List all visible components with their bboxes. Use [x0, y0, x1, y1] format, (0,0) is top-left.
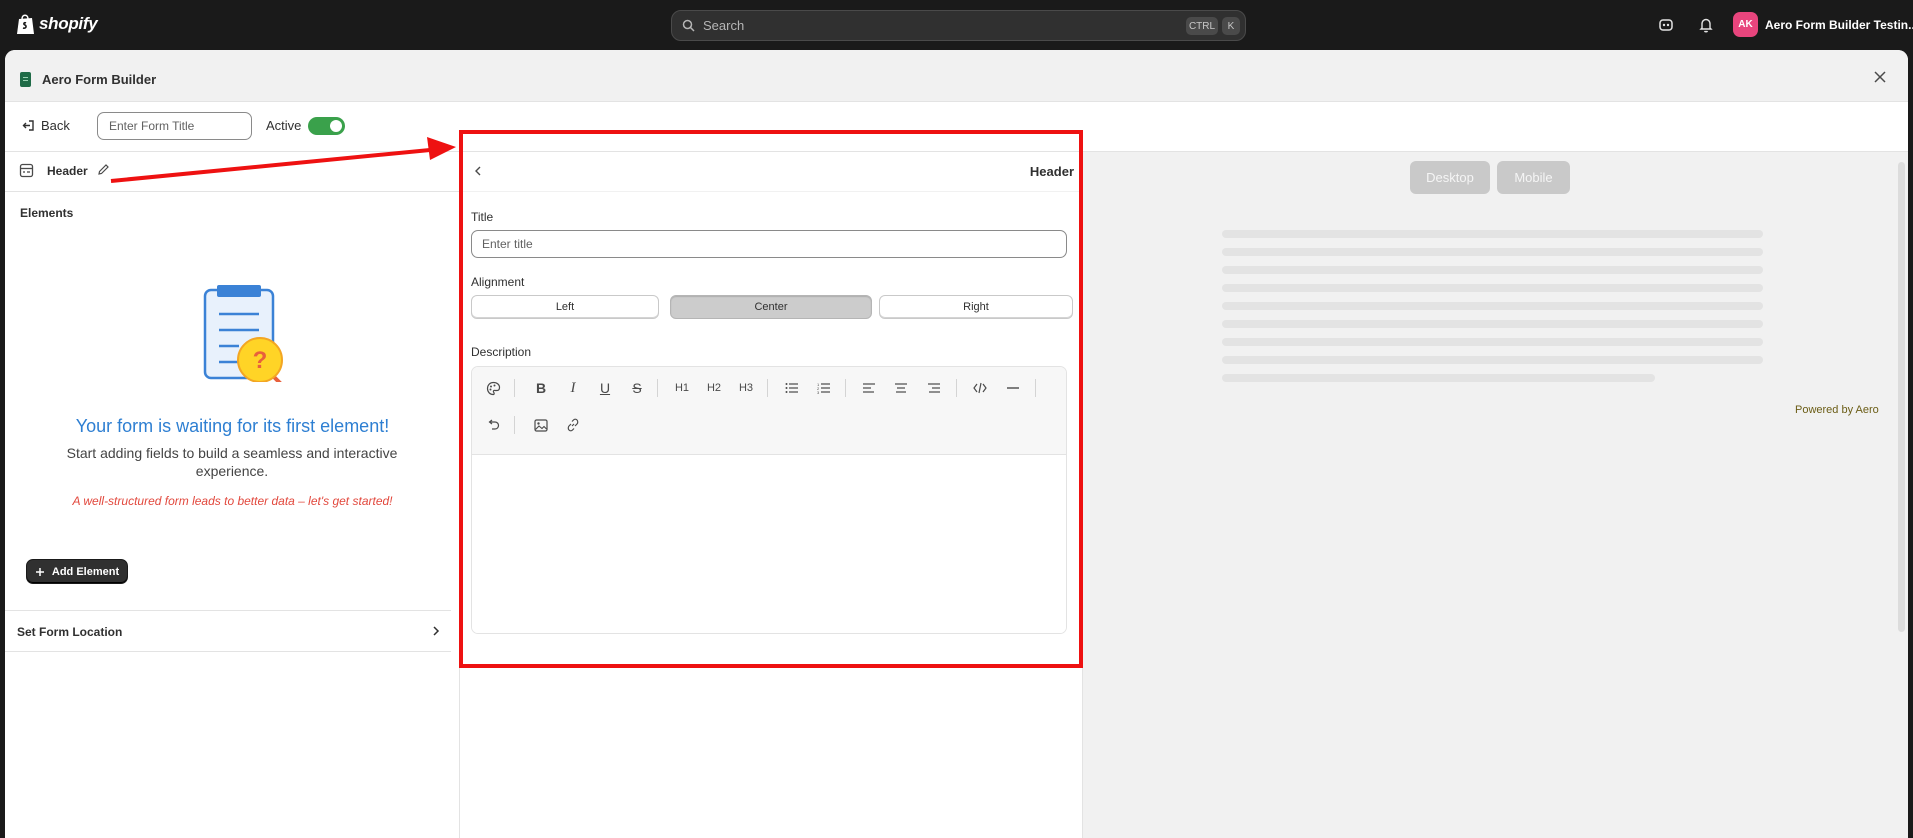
- add-element-button[interactable]: Add Element: [26, 559, 128, 584]
- set-form-location-row[interactable]: Set Form Location: [5, 610, 451, 652]
- skeleton-line: [1222, 338, 1763, 346]
- header-section-label: Header: [47, 164, 88, 178]
- powered-by-text[interactable]: Powered by Aero: [1795, 404, 1879, 416]
- strikethrough-icon[interactable]: S: [626, 377, 648, 399]
- rich-text-toolbar: B I U S H1 H2 H3 123: [472, 367, 1066, 455]
- skeleton-line: [1222, 230, 1763, 238]
- edit-pencil-icon[interactable]: [96, 162, 111, 177]
- description-editor-area[interactable]: [472, 455, 1066, 633]
- app-title: Aero Form Builder: [42, 72, 157, 87]
- search-icon: [682, 19, 695, 32]
- store-name: Aero Form Builder Testin...: [1765, 17, 1913, 32]
- toolbar-separator: [767, 379, 768, 397]
- add-element-label: Add Element: [51, 565, 120, 578]
- search-placeholder: Search: [703, 18, 745, 33]
- toolbar-separator: [845, 379, 846, 397]
- close-icon[interactable]: [1871, 68, 1889, 86]
- shopify-topbar: shopify Search CTRL K AK Aero Form Build…: [0, 0, 1913, 50]
- skeleton-line: [1222, 266, 1763, 274]
- app-modal: Aero Form Builder Back Active Hea: [5, 50, 1908, 838]
- link-icon[interactable]: [562, 414, 584, 436]
- skeleton-line: [1222, 374, 1655, 382]
- description-rich-text-editor: B I U S H1 H2 H3 123: [471, 366, 1067, 634]
- exit-arrow-icon: [22, 120, 34, 131]
- editor-header: Header: [460, 152, 1083, 192]
- layout-header-icon: [19, 163, 34, 178]
- editor-title: Header: [1029, 164, 1074, 179]
- form-preview-panel: Desktop Mobile Powered by Aero: [1083, 152, 1908, 838]
- align-right-icon[interactable]: [923, 377, 945, 399]
- heading1-button[interactable]: H1: [671, 377, 693, 399]
- form-title-input[interactable]: [97, 112, 252, 140]
- shortcut-ctrl-key: CTRL: [1186, 17, 1218, 35]
- toolbar-separator: [956, 379, 957, 397]
- header-editor-panel: Header Title Alignment Left Center Right…: [460, 152, 1083, 838]
- shopify-bag-icon: [17, 14, 34, 34]
- empty-state-subtitle: Start adding fields to build a seamless …: [66, 445, 398, 479]
- header-title-input[interactable]: [471, 230, 1067, 258]
- alignment-label: Alignment: [471, 275, 525, 289]
- toolbar-separator: [657, 379, 658, 397]
- numbered-list-icon[interactable]: 123: [813, 377, 835, 399]
- undo-icon[interactable]: [482, 414, 504, 436]
- empty-state-title: Your form is waiting for its first eleme…: [75, 416, 390, 436]
- skeleton-line: [1222, 284, 1763, 292]
- sidekick-icon[interactable]: [1657, 16, 1675, 34]
- empty-form-illustration: ?: [203, 285, 283, 382]
- back-button[interactable]: Back: [22, 118, 70, 133]
- align-center-button[interactable]: Center: [670, 295, 872, 319]
- store-menu[interactable]: AK Aero Form Builder Testin...: [1733, 12, 1913, 37]
- elements-heading: Elements: [20, 206, 74, 220]
- notification-bell-icon[interactable]: [1697, 16, 1715, 34]
- back-label: Back: [41, 118, 70, 133]
- store-avatar: AK: [1733, 12, 1758, 37]
- horizontal-rule-icon[interactable]: [1002, 377, 1024, 399]
- preview-scrollbar[interactable]: [1898, 162, 1905, 632]
- svg-text:3: 3: [817, 390, 820, 394]
- skeleton-line: [1222, 356, 1763, 364]
- skeleton-line: [1222, 248, 1763, 256]
- shopify-wordmark: shopify: [39, 14, 98, 33]
- set-form-location-label: Set Form Location: [17, 625, 123, 639]
- skeleton-line: [1222, 320, 1763, 328]
- title-field-label: Title: [471, 210, 494, 224]
- desktop-preview-button[interactable]: Desktop: [1410, 161, 1490, 194]
- code-icon[interactable]: [969, 377, 991, 399]
- active-label: Active: [266, 118, 302, 133]
- description-label: Description: [471, 345, 532, 359]
- heading2-button[interactable]: H2: [703, 377, 725, 399]
- underline-icon[interactable]: U: [594, 377, 616, 399]
- italic-icon[interactable]: I: [562, 377, 584, 399]
- header-section-row[interactable]: Header: [5, 152, 460, 192]
- image-icon[interactable]: [530, 414, 552, 436]
- align-left-button[interactable]: Left: [471, 295, 659, 319]
- align-right-button[interactable]: Right: [879, 295, 1073, 319]
- plus-icon: [35, 567, 44, 576]
- bold-icon[interactable]: B: [530, 377, 552, 399]
- shortcut-k-key: K: [1222, 17, 1240, 35]
- palette-icon[interactable]: [482, 377, 504, 399]
- skeleton-line: [1222, 302, 1763, 310]
- active-toggle[interactable]: [308, 117, 345, 135]
- shopify-logo[interactable]: shopify: [16, 13, 98, 35]
- svg-text:?: ?: [253, 347, 268, 374]
- app-logo-icon: [20, 72, 31, 87]
- toolbar-separator: [1035, 379, 1036, 397]
- elements-panel: Header Elements ? Your form is waiting f…: [5, 152, 460, 838]
- global-search[interactable]: Search CTRL K: [671, 10, 1246, 41]
- toolbar-separator: [514, 379, 515, 397]
- mobile-preview-button[interactable]: Mobile: [1497, 161, 1570, 194]
- app-titlebar: Aero Form Builder: [5, 50, 1908, 102]
- toolbar-separator: [514, 416, 515, 434]
- align-left-icon[interactable]: [858, 377, 880, 399]
- align-center-icon[interactable]: [890, 377, 912, 399]
- chevron-right-icon: [433, 626, 440, 636]
- heading3-button[interactable]: H3: [735, 377, 757, 399]
- chevron-left-icon[interactable]: [471, 164, 485, 178]
- empty-state-hint: A well-structured form leads to better d…: [72, 494, 393, 508]
- bullet-list-icon[interactable]: [781, 377, 803, 399]
